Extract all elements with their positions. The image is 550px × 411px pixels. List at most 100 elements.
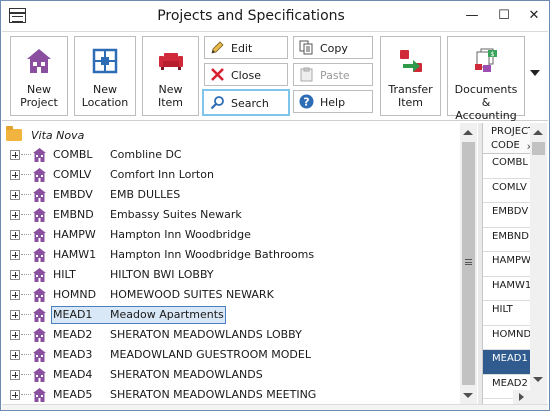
expand-plus-icon[interactable] (10, 350, 20, 360)
new-project-button[interactable]: New Project (10, 36, 68, 116)
tree-row[interactable]: HAMPW Hampton Inn Woodbridge (2, 225, 464, 245)
close-button[interactable]: Close (204, 63, 288, 86)
grid-scroll-down-arrow-icon[interactable] (533, 377, 543, 382)
tree-row[interactable]: COMLV Comfort Inn Lorton (2, 165, 464, 185)
grid-cell-project-code[interactable]: HILT (483, 301, 530, 326)
expand-plus-icon[interactable] (10, 250, 20, 260)
expand-plus-icon[interactable] (10, 330, 20, 340)
scroll-thumb[interactable] (462, 142, 475, 385)
grid-horizontal-scroll-button[interactable] (513, 390, 530, 404)
tree-row[interactable]: MEAD1 Meadow Apartments (2, 305, 464, 325)
tree-vertical-scrollbar[interactable] (460, 123, 477, 404)
clipboard-icon (300, 67, 313, 82)
project-code: MEAD3 (53, 348, 93, 361)
tree-row[interactable]: EMBDV EMB DULLES (2, 185, 464, 205)
new-project-label: New Project (20, 83, 58, 109)
documents-icon: $ (475, 48, 497, 72)
grid-cell-project-code[interactable]: EMBND (483, 228, 530, 252)
tree-row[interactable]: MEAD4 SHERATON MEADOWLANDS (2, 365, 464, 385)
project-name: Hampton Inn Woodbridge Bathrooms (110, 248, 315, 261)
project-code: HOMND (53, 288, 97, 301)
project-tree[interactable]: Vita Nova COMBL Combline DC COMLV Comfort I… (2, 123, 478, 404)
tree-row[interactable]: COMBL Combline DC (2, 145, 464, 165)
documents-accounting-label: Documents & Accounting (454, 83, 518, 122)
close-window-button[interactable]: ✕ (523, 5, 545, 27)
close-label: Close (231, 69, 261, 82)
project-code: MEAD1 (53, 308, 93, 321)
scroll-up-arrow-icon[interactable] (463, 130, 473, 135)
expand-plus-icon[interactable] (10, 230, 20, 240)
tree-connector (21, 354, 31, 355)
transfer-item-button[interactable]: Transfer Item (380, 36, 441, 116)
copy-button[interactable]: Copy (293, 36, 373, 59)
grid-vertical-scrollbar[interactable] (530, 123, 547, 404)
expand-plus-icon[interactable] (10, 290, 20, 300)
help-button[interactable]: ? Help (293, 90, 373, 113)
project-name: MEADOWLAND GUESTROOM MODEL (110, 348, 311, 361)
building-icon (33, 208, 46, 222)
title-bar: Projects and Specifications — ☐ ✕ (1, 1, 549, 31)
building-icon (27, 49, 51, 73)
grid-scroll-up-arrow-icon[interactable] (533, 130, 543, 135)
sofa-icon (158, 53, 183, 70)
tree-connector (21, 294, 31, 295)
project-code-grid[interactable]: PROJECT CODE x COMBLCOMLVEMBDVEMBNDHAMPW… (482, 123, 530, 404)
edit-label: Edit (231, 42, 253, 55)
tree-row[interactable]: EMBND Embassy Suites Newark (2, 205, 464, 225)
paste-button[interactable]: Paste (293, 63, 373, 86)
expand-plus-icon[interactable] (10, 310, 20, 320)
tree-row[interactable]: MEAD5 SHERATON MEADOWLANDS MEETING (2, 385, 464, 404)
expand-plus-icon[interactable] (10, 150, 20, 160)
projects-window: Projects and Specifications — ☐ ✕ New Pr… (0, 0, 550, 411)
tree-row[interactable]: MEAD3 MEADOWLAND GUESTROOM MODEL (2, 345, 464, 365)
grid-cell-project-code[interactable]: COMBL (483, 154, 530, 179)
expand-plus-icon[interactable] (10, 370, 20, 380)
project-code: EMBND (53, 208, 94, 221)
floorplan-icon (92, 48, 118, 74)
tree-row[interactable]: HAMW1 Hampton Inn Woodbridge Bathrooms (2, 245, 464, 265)
transfer-icon (399, 50, 422, 72)
new-location-label: New Location (81, 83, 129, 109)
tree-connector (21, 194, 31, 195)
documents-accounting-button[interactable]: $ Documents & Accounting (447, 36, 525, 122)
scroll-down-arrow-icon[interactable] (463, 393, 473, 398)
grid-cell-project-code[interactable]: HAMPW (483, 252, 530, 277)
search-button[interactable]: Search (202, 89, 290, 116)
project-name: Meadow Apartments (110, 308, 224, 321)
tree-connector (21, 394, 31, 395)
expand-plus-icon[interactable] (10, 270, 20, 280)
tree-row[interactable]: HILT HILTON BWI LOBBY (2, 265, 464, 285)
grid-cell-project-code[interactable]: HAMW1 (483, 277, 530, 301)
svg-text:?: ? (303, 96, 309, 109)
building-icon (33, 248, 46, 262)
scroll-right-arrow-icon (519, 393, 524, 401)
column-header-project-code[interactable]: PROJECT CODE x (483, 123, 530, 154)
minimize-button[interactable]: — (461, 5, 483, 27)
expand-plus-icon[interactable] (10, 190, 20, 200)
project-name: SHERATON MEADOWLANDS MEETING (110, 388, 317, 401)
grid-scroll-thumb[interactable] (532, 142, 545, 155)
help-label: Help (320, 96, 346, 109)
tree-connector (21, 314, 31, 315)
column-header-line1: PROJECT (491, 126, 530, 137)
expand-plus-icon[interactable] (10, 210, 20, 220)
edit-button[interactable]: Edit (204, 36, 288, 59)
project-code: COMLV (53, 168, 92, 181)
grid-cell-project-code[interactable]: COMLV (483, 179, 530, 203)
expand-plus-icon[interactable] (10, 390, 20, 400)
copy-label: Copy (320, 42, 348, 55)
grid-cell-project-code[interactable]: HOMND (483, 326, 530, 350)
project-name: Comfort Inn Lorton (110, 168, 214, 181)
tree-connector (21, 214, 31, 215)
grid-cell-project-code[interactable]: MEAD1 (483, 350, 530, 375)
new-location-button[interactable]: New Location (74, 36, 136, 116)
project-code: COMBL (53, 148, 93, 161)
expand-plus-icon[interactable] (10, 170, 20, 180)
tree-row[interactable]: HOMND HOMEWOOD SUITES NEWARK (2, 285, 464, 305)
maximize-button[interactable]: ☐ (493, 5, 515, 27)
new-item-button[interactable]: New Item (142, 36, 199, 116)
tree-row[interactable]: MEAD2 SHERATON MEADOWLANDS LOBBY (2, 325, 464, 345)
grid-cell-project-code[interactable]: EMBDV (483, 203, 530, 228)
ribbon-overflow-chevron-down-icon[interactable] (530, 70, 540, 76)
project-name: SHERATON MEADOWLANDS LOBBY (110, 328, 302, 341)
